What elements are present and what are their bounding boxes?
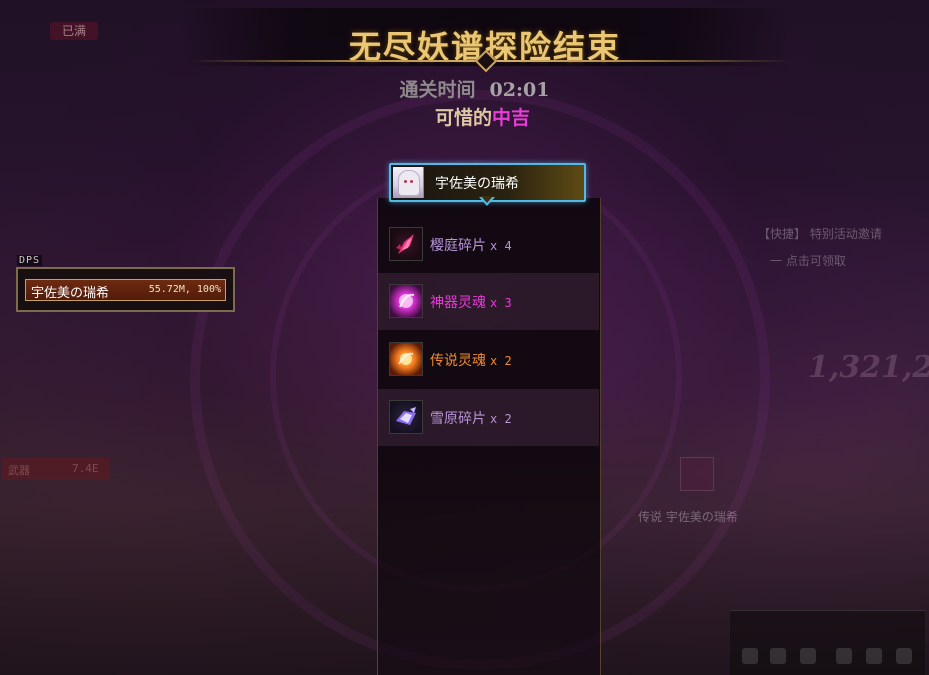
sakura-fragment-icon[interactable]	[389, 227, 423, 261]
reward-item[interactable]: 传说灵魂 x 2	[378, 331, 599, 388]
reward-qty: x 4	[490, 239, 512, 253]
reward-label: 雪原碎片 x 2	[430, 408, 512, 428]
event-notice[interactable]: 【快捷】 特别活动邀请	[758, 225, 882, 242]
reward-item[interactable]: 神器灵魂 x 3	[378, 273, 599, 330]
reward-name: 樱庭碎片	[430, 238, 486, 254]
result-rating: 可惜的中吉	[0, 103, 929, 130]
reward-item[interactable]: 樱庭碎片 x 4	[378, 216, 599, 273]
weapon-value: 7.4E	[72, 462, 99, 475]
clear-time: 通关时间 02:01	[0, 75, 929, 102]
dropped-item-icon[interactable]	[680, 457, 714, 491]
reward-item[interactable]: 雪原碎片 x 2	[378, 389, 599, 446]
bag-icon[interactable]	[770, 648, 786, 664]
rating-grade: 中吉	[492, 107, 531, 129]
legendary-soul-icon[interactable]	[389, 342, 423, 376]
snowfield-fragment-icon[interactable]	[389, 400, 423, 434]
reward-label: 传说灵魂 x 2	[430, 350, 512, 370]
menu-icon[interactable]	[742, 648, 758, 664]
status-badge: 已满	[50, 22, 98, 40]
dps-label: DPS	[17, 255, 43, 266]
reward-qty: x 2	[490, 412, 512, 426]
eye-icon[interactable]	[800, 648, 816, 664]
dropped-item-label: 传说 宇佐美の瑞希	[638, 510, 738, 524]
artifact-soul-icon[interactable]	[389, 284, 423, 318]
damage-number: 1,321,2	[808, 350, 929, 385]
claim-notice[interactable]: 一 点击可领取	[770, 252, 846, 269]
game-screen: 已满 【快捷】 特别活动邀请 一 点击可领取 1,321,2 传说 宇佐美の瑞希…	[0, 0, 929, 675]
clear-time-value: 02:01	[489, 79, 550, 101]
dps-bar: 宇佐美の瑞希 55.72M, 100%	[25, 279, 226, 301]
character-portrait-icon	[393, 167, 424, 198]
reward-label: 神器灵魂 x 3	[430, 292, 512, 312]
reward-name: 传说灵魂	[430, 353, 486, 369]
reward-name: 神器灵魂	[430, 295, 486, 311]
reward-label: 樱庭碎片 x 4	[430, 235, 512, 255]
dps-value: 55.72M, 100%	[148, 284, 221, 295]
player-tab-name: 宇佐美の瑞希	[435, 176, 519, 192]
rating-prefix: 可惜的	[434, 107, 492, 129]
tab-pointer-fill	[481, 196, 493, 203]
dps-panel: 宇佐美の瑞希 55.72M, 100%	[16, 267, 235, 312]
reward-qty: x 3	[490, 296, 512, 310]
grid-icon[interactable]	[896, 648, 912, 664]
weapon-label: 武器	[8, 464, 30, 477]
reward-name: 雪原碎片	[430, 411, 486, 427]
bottom-right-menu-bar	[730, 610, 925, 675]
reward-qty: x 2	[490, 354, 512, 368]
clear-time-label: 通关时间	[399, 79, 476, 101]
skill-icon[interactable]	[836, 648, 852, 664]
dps-player-name: 宇佐美の瑞希	[31, 286, 110, 301]
map-pin-icon[interactable]	[866, 648, 882, 664]
